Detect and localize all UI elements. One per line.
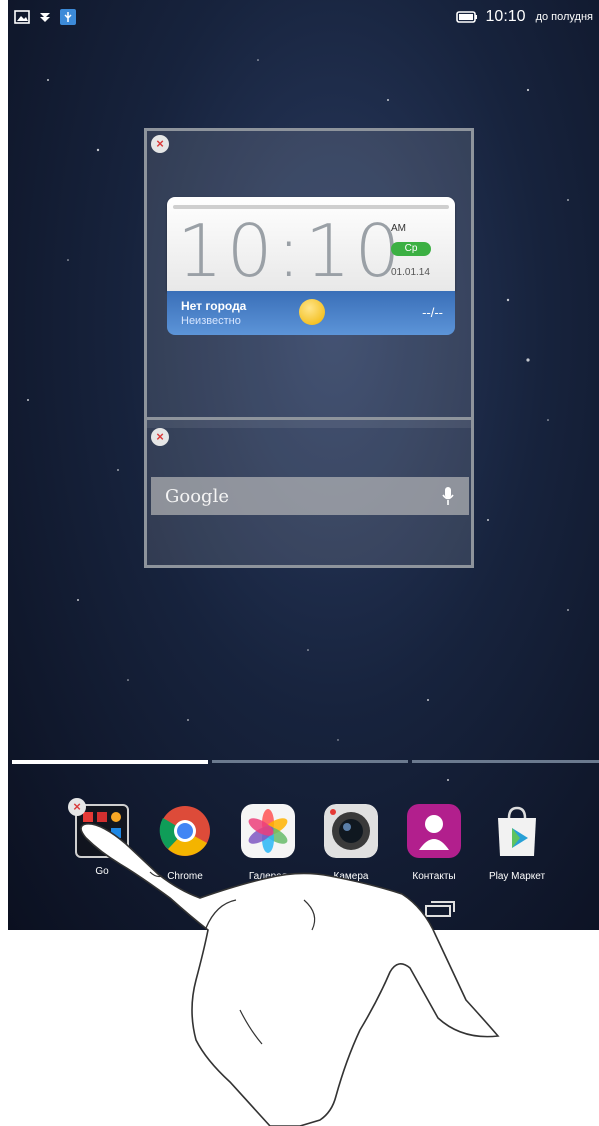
app-folder[interactable]: × Go	[64, 798, 140, 877]
microphone-icon[interactable]	[441, 486, 455, 506]
navigation-bar	[8, 868, 599, 918]
download-icon	[40, 13, 50, 22]
image-icon	[14, 10, 30, 24]
google-logo: Google	[165, 485, 229, 507]
page-indicator-segment	[412, 760, 599, 763]
google-search-widget[interactable]: Google	[151, 477, 469, 515]
page-indicator-segment	[12, 760, 208, 764]
ampm-text: до полудня	[535, 11, 593, 23]
widget-date: 01.01.14	[391, 267, 430, 278]
temperature-label: --/--	[422, 305, 443, 320]
play-store-icon	[498, 806, 536, 856]
page-indicator	[12, 760, 599, 766]
widget-ampm: AM	[391, 223, 406, 234]
remove-widget-icon[interactable]: ×	[151, 428, 169, 446]
camera-icon	[324, 804, 378, 858]
widget-time: 10:10	[177, 209, 405, 293]
widget-day-badge: Ср	[391, 242, 431, 256]
city-label: Нет города	[181, 299, 247, 313]
clock-face: 10:10 AM Ср 01.01.14	[167, 197, 455, 291]
page-indicator-segment	[212, 760, 408, 763]
panel-divider	[147, 417, 471, 428]
gallery-icon	[241, 804, 295, 858]
contacts-icon	[407, 804, 461, 858]
battery-icon	[455, 11, 477, 23]
widget-edit-panel[interactable]: × 10:10 AM Ср 01.01.14 Нет города Неизве…	[144, 128, 474, 568]
sun-icon	[299, 299, 325, 325]
status-bar: 10:10 до полудня	[8, 0, 599, 34]
remove-widget-icon[interactable]: ×	[151, 135, 169, 153]
weather-strip: Нет города Неизвестно --/--	[167, 291, 455, 335]
usb-icon	[60, 9, 76, 25]
chevron-up-icon[interactable]	[288, 872, 328, 888]
remove-app-icon[interactable]: ×	[68, 798, 86, 816]
recent-apps-icon[interactable]	[422, 900, 456, 918]
city-sublabel: Неизвестно	[181, 315, 241, 327]
clock-text: 10:10	[485, 8, 526, 25]
clock-weather-widget[interactable]: 10:10 AM Ср 01.01.14 Нет города Неизвест…	[167, 197, 455, 339]
home-screen: 10:10 до полудня × 10:10 AM Ср 01.01.14 Н…	[8, 0, 599, 930]
chrome-icon	[159, 806, 210, 856]
